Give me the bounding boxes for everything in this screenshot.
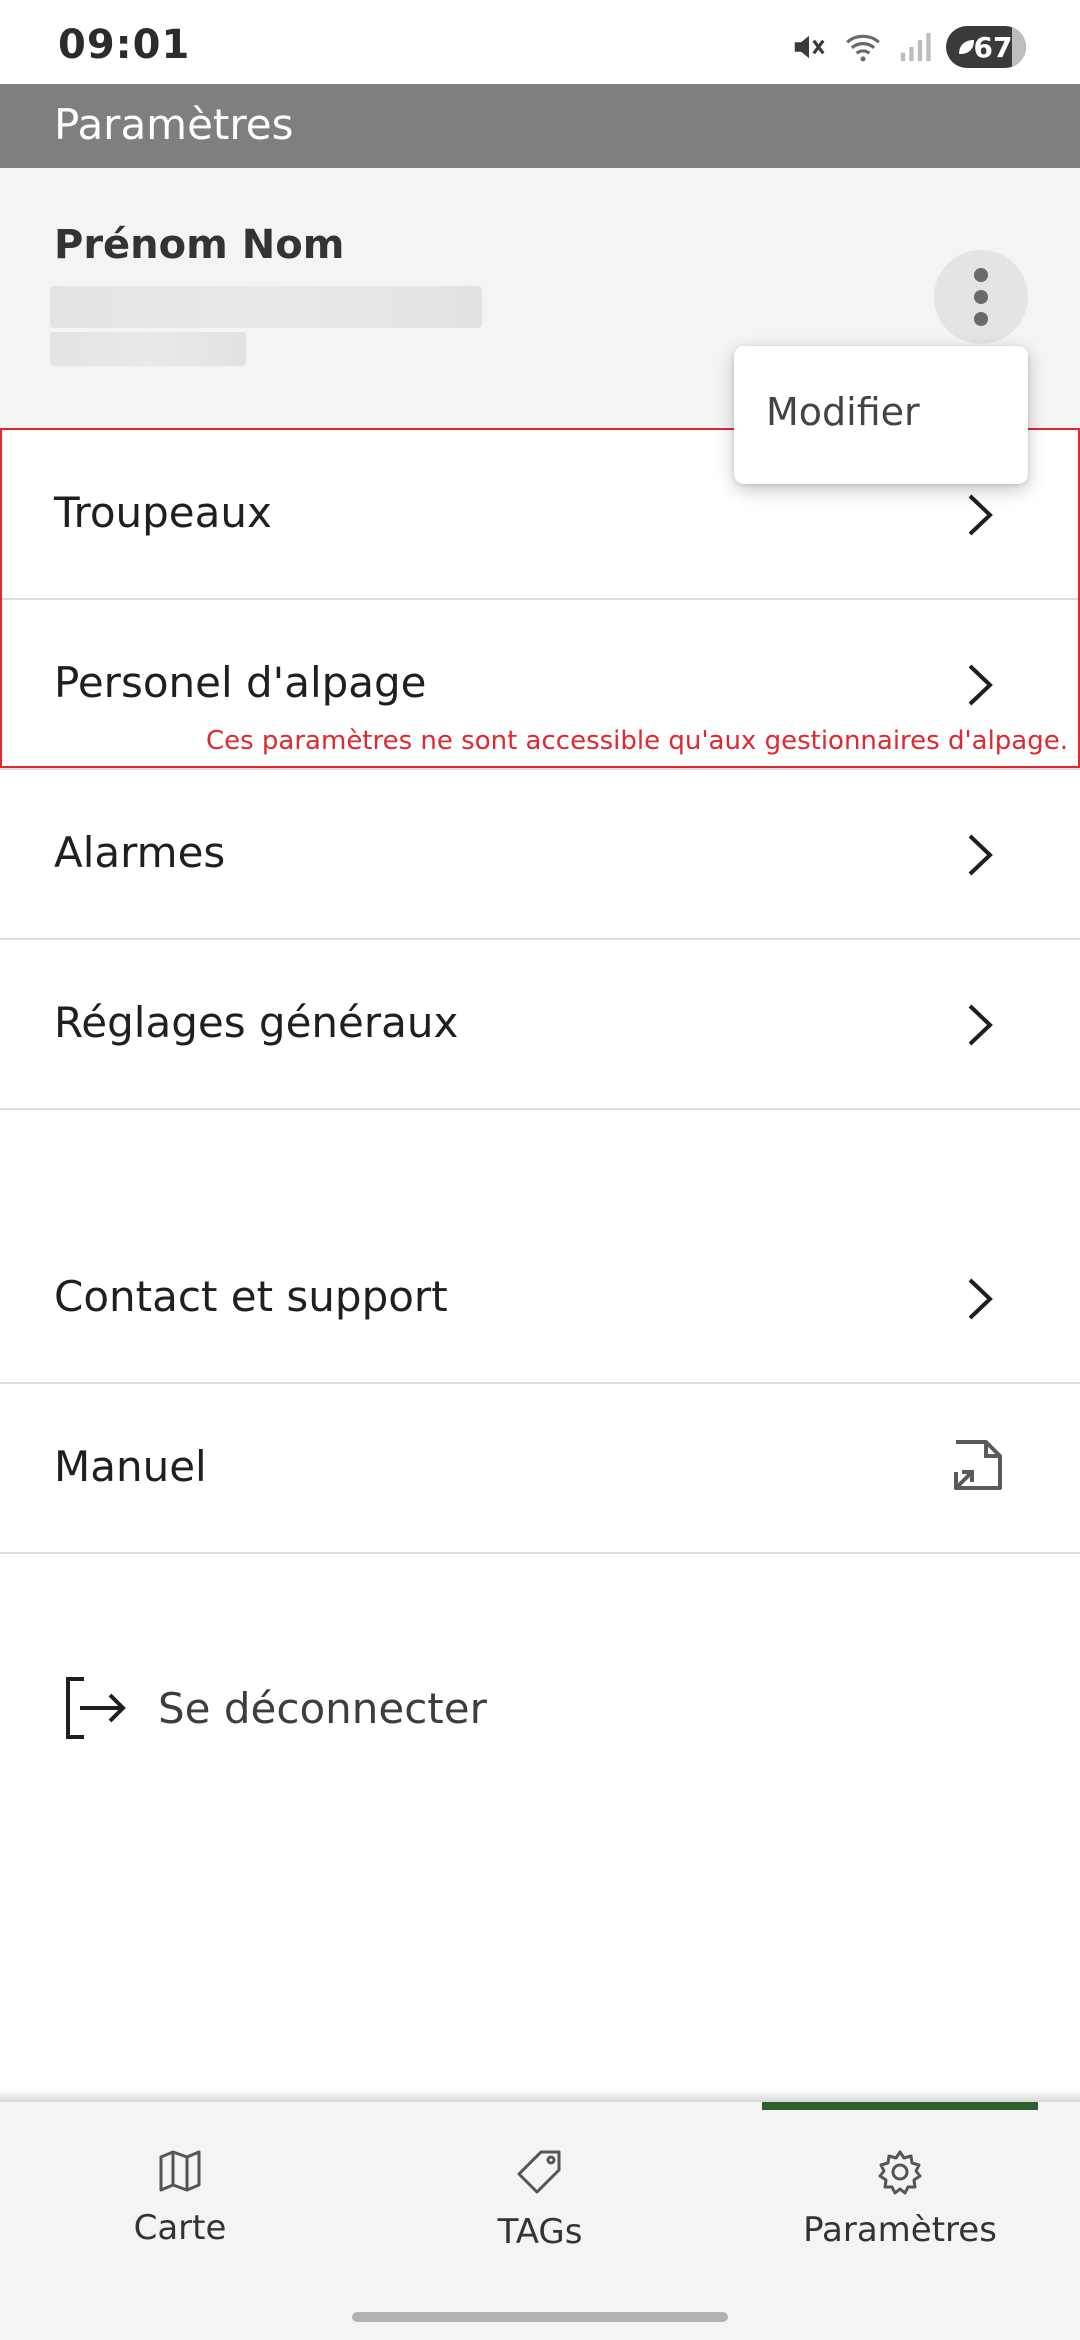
tag-icon xyxy=(517,2150,561,2194)
kebab-dot xyxy=(974,290,988,304)
tab-carte[interactable]: Carte xyxy=(0,2102,360,2272)
kebab-dot xyxy=(974,268,988,282)
tab-label: Paramètres xyxy=(803,2210,997,2250)
tab-parametres[interactable]: Paramètres xyxy=(720,2102,1080,2272)
status-icons: 67 xyxy=(790,24,1026,70)
menu-item-contact-support[interactable]: Contact et support xyxy=(0,1214,1080,1384)
redacted-role xyxy=(50,332,246,366)
menu-item-label: Alarmes xyxy=(54,828,226,877)
logout-button[interactable]: Se déconnecter xyxy=(60,1668,487,1748)
logout-label: Se déconnecter xyxy=(158,1683,487,1733)
menu-item-label: Troupeaux xyxy=(54,488,272,537)
gear-icon xyxy=(878,2150,922,2195)
menu-item-manuel[interactable]: Manuel xyxy=(0,1384,1080,1554)
menu-item-modifier[interactable]: Modifier xyxy=(766,390,920,434)
menu-item-label: Contact et support xyxy=(54,1272,448,1321)
menu-item-label: Réglages généraux xyxy=(54,998,459,1047)
mute-icon xyxy=(794,35,825,59)
external-document-icon xyxy=(954,1440,1002,1490)
home-indicator[interactable] xyxy=(352,2312,728,2322)
wifi-icon xyxy=(846,34,880,62)
redacted-email xyxy=(50,286,482,328)
profile-options-popup: Modifier xyxy=(734,346,1028,484)
battery-icon: 67 xyxy=(946,26,1026,68)
menu-item-label: Personel d'alpage xyxy=(54,658,427,707)
chevron-right-icon xyxy=(968,1278,993,1320)
chevron-right-icon xyxy=(968,834,993,876)
profile-name: Prénom Nom xyxy=(54,222,345,268)
status-bar: 09:01 67 xyxy=(0,0,1080,84)
menu-item-personel-alpage[interactable]: Personel d'alpage xyxy=(0,600,1080,770)
kebab-dot xyxy=(974,312,988,326)
chevron-right-icon xyxy=(968,494,993,536)
chevron-right-icon xyxy=(968,664,993,706)
tab-tags[interactable]: TAGs xyxy=(360,2102,720,2272)
menu-item-label: Manuel xyxy=(54,1442,207,1491)
bottom-nav: Carte TAGs Paramètres xyxy=(0,2102,1080,2340)
tab-label: TAGs xyxy=(497,2212,583,2252)
page-title: Paramètres xyxy=(54,100,294,149)
more-options-button[interactable] xyxy=(934,250,1028,344)
app-bar: Paramètres xyxy=(0,84,1080,168)
battery-level: 67 xyxy=(973,30,1013,64)
status-time: 09:01 xyxy=(58,22,191,68)
map-icon xyxy=(159,2150,201,2192)
tab-label: Carte xyxy=(133,2208,227,2248)
logout-icon xyxy=(66,1677,126,1739)
signal-icon xyxy=(900,32,931,62)
chevron-right-icon xyxy=(968,1004,993,1046)
menu-item-reglages-generaux[interactable]: Réglages généraux xyxy=(0,940,1080,1110)
menu-item-alarmes[interactable]: Alarmes xyxy=(0,770,1080,940)
